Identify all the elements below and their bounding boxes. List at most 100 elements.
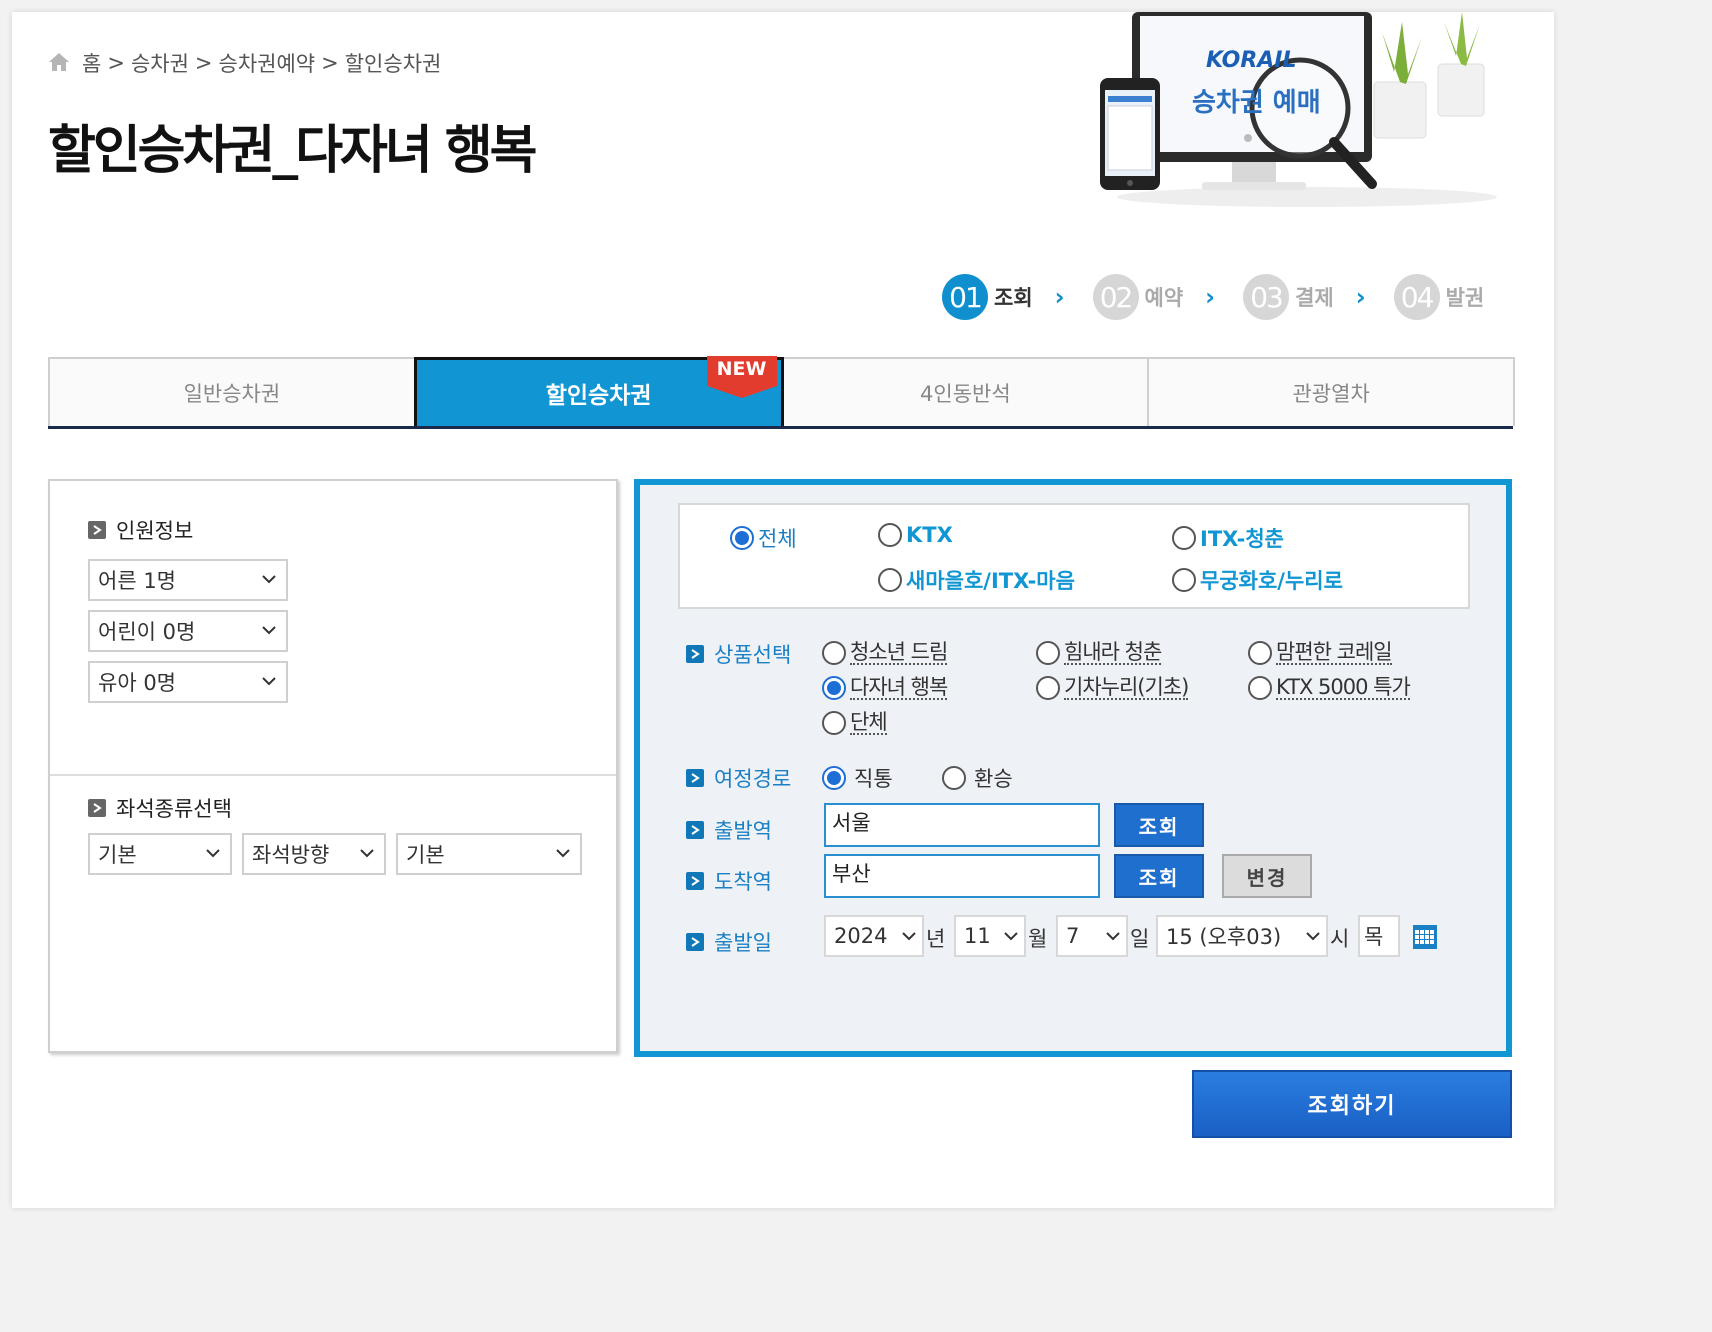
seat-position-select[interactable]: 기본 [396,833,582,875]
product-gicha-nuri-radio[interactable]: 기차누리(기초) [1036,676,1189,701]
breadcrumb-separator: > [321,51,339,75]
hour-unit: 시 [1330,927,1350,951]
radio-icon [1172,568,1196,592]
chevron-down-icon [262,626,276,635]
route-transfer-radio[interactable]: 환승 [942,763,1013,793]
chevron-right-icon: › [1205,283,1216,311]
product-comfort-korail-radio[interactable]: 맘편한 코레일 [1248,641,1393,666]
tab-family-seat[interactable]: 4인동반석 [781,357,1150,426]
product-cheer-up-youth-radio[interactable]: 힘내라 청춘 [1036,641,1162,666]
swap-stations-button[interactable]: 변경 [1222,854,1312,898]
radio-selected-icon [822,676,846,701]
product-group-radio[interactable]: 단체 [822,711,888,736]
train-type-box: 전체 KTX ITX-청춘 새마을호/ITX-마음 무궁화호/누리로 [678,503,1470,609]
step-indicator: 01 조회 › 02 예약 › 03 결제 › 04 발권 [942,274,1484,320]
radio-selected-icon [822,766,846,790]
korail-logo: KORAIL [1206,48,1297,73]
radio-icon [822,641,846,666]
product-ktx-5000-radio[interactable]: KTX 5000 특가 [1248,676,1411,701]
step-label: 발권 [1445,286,1485,310]
arrow-bullet-icon [88,799,106,817]
passenger-panel: 인원정보 어른 1명 어린이 0명 유아 0명 좌석종류선택 기본 좌석방향 기… [48,479,618,1053]
train-type-mugunghwa-radio[interactable]: 무궁화호/누리로 [1172,565,1343,595]
section-divider [50,774,616,776]
step-number: 01 [942,274,988,320]
radio-selected-icon [730,526,754,550]
radio-icon [822,711,846,736]
adult-count-select[interactable]: 어른 1명 [88,559,288,601]
chevron-down-icon [262,575,276,584]
step-label: 예약 [1144,286,1184,310]
train-type-all-radio[interactable]: 전체 [730,523,797,553]
tab-general-ticket[interactable]: 일반승차권 [48,357,416,426]
radio-icon [1248,641,1272,666]
chevron-down-icon [556,849,570,858]
radio-icon [1172,526,1196,550]
infant-count-select[interactable]: 유아 0명 [88,661,288,703]
search-condition-panel: 전체 KTX ITX-청춘 새마을호/ITX-마음 무궁화호/누리로 상품선택 [634,479,1512,1057]
calendar-icon[interactable] [1412,924,1438,954]
seat-direction-select[interactable]: 좌석방향 [242,833,386,875]
train-type-saemaeul-radio[interactable]: 새마을호/ITX-마음 [878,565,1075,595]
new-badge-text: NEW [716,358,767,380]
year-select[interactable]: 2024 [824,915,924,957]
breadcrumb-item-discount[interactable]: 할인승차권 [345,48,442,78]
product-youth-dream-radio[interactable]: 청소년 드림 [822,641,948,666]
weekday-display: 목 [1358,915,1400,957]
page: 홈 > 승차권 > 승차권예약 > 할인승차권 할인승차권_다자녀 행복 KOR… [12,12,1554,1208]
arrow-bullet-icon [686,769,704,787]
seat-class-select[interactable]: 기본 [88,833,232,875]
step-number: 04 [1393,274,1440,320]
breadcrumb: 홈 > 승차권 > 승차권예약 > 할인승차권 [48,48,441,78]
route-direct-radio[interactable]: 직통 [822,763,893,793]
departure-station-label: 출발역 [686,815,772,845]
step-search: 01 조회 [942,274,1033,320]
chevron-down-icon [902,932,916,941]
home-icon[interactable] [48,52,70,72]
year-unit: 년 [926,927,946,951]
step-label: 결제 [1295,286,1334,310]
step-number: 03 [1243,274,1290,320]
chevron-down-icon [206,849,220,858]
breadcrumb-item-reservation[interactable]: 승차권예약 [219,48,316,78]
product-label: 상품선택 [686,639,791,669]
hero-illustration: KORAIL 승차권 예매 [1072,12,1542,222]
chevron-down-icon [1106,932,1120,941]
chevron-down-icon [1306,932,1320,941]
radio-icon [1248,676,1272,701]
ticket-type-tabs: 일반승차권 할인승차권 NEW 4인동반석 관광열차 [48,356,1515,429]
breadcrumb-home[interactable]: 홈 [82,48,101,78]
route-label: 여정경로 [686,763,791,793]
step-payment: 03 결제 [1243,274,1334,320]
step-number: 02 [1092,274,1139,320]
tab-discount-ticket[interactable]: 할인승차권 NEW [413,356,784,426]
departure-date-label: 출발일 [686,927,772,957]
passenger-info-heading: 인원정보 [88,515,193,545]
chevron-down-icon [360,849,374,858]
search-button[interactable]: 조회하기 [1192,1070,1512,1138]
radio-icon [1036,641,1060,666]
radio-icon [878,523,902,547]
arrow-bullet-icon [686,872,704,890]
radio-icon [1036,676,1060,701]
radio-icon [878,568,902,592]
new-badge: NEW [706,356,777,400]
arrival-station-label: 도착역 [686,866,772,896]
train-type-itx-cheongchun-radio[interactable]: ITX-청춘 [1172,523,1284,553]
arrival-station-input[interactable]: 부산 [824,854,1100,898]
day-unit: 일 [1130,927,1150,951]
train-type-ktx-radio[interactable]: KTX [878,523,953,547]
product-multi-child-radio[interactable]: 다자녀 행복 [822,676,948,701]
child-count-select[interactable]: 어린이 0명 [88,610,288,652]
month-select[interactable]: 11 [954,915,1026,957]
chevron-down-icon [262,677,276,686]
hour-select[interactable]: 15 (오후03) [1156,915,1328,957]
departure-station-input[interactable]: 서울 [824,803,1100,847]
breadcrumb-item-ticket[interactable]: 승차권 [131,48,189,78]
tab-tourist-train[interactable]: 관광열차 [1147,357,1515,426]
arrival-station-lookup-button[interactable]: 조회 [1114,854,1204,898]
breadcrumb-separator: > [107,51,125,75]
day-select[interactable]: 7 [1056,915,1128,957]
departure-station-lookup-button[interactable]: 조회 [1114,803,1204,847]
chevron-right-icon: › [1054,283,1065,311]
